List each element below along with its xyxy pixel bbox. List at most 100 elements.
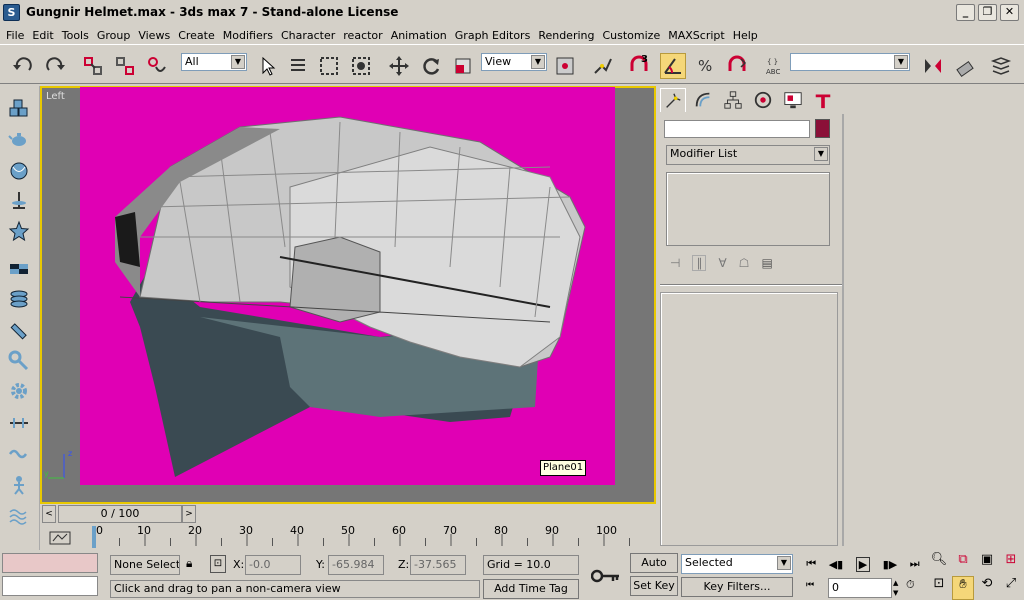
rotate-icon[interactable] [418, 53, 444, 79]
make-unique-icon[interactable]: ∀ [718, 256, 726, 270]
hierarchy-tab-icon[interactable] [720, 88, 746, 112]
go-to-end-icon[interactable]: ⏭ [910, 557, 920, 571]
boxes-icon[interactable] [6, 96, 32, 122]
create-tab-icon[interactable] [660, 88, 686, 112]
percent-snap-icon[interactable]: % [692, 53, 718, 79]
ripple-icon[interactable] [6, 502, 32, 528]
mirror-icon[interactable] [920, 53, 946, 79]
pivot-center-icon[interactable] [552, 53, 578, 79]
auto-key-button[interactable]: Auto Key [630, 553, 678, 587]
move-icon[interactable] [386, 53, 412, 79]
menu-views[interactable]: Views [136, 29, 176, 42]
helmet-model[interactable] [80, 87, 615, 485]
maxscript-listener-white[interactable] [2, 576, 98, 596]
set-key-button[interactable]: Set Key [630, 576, 678, 596]
stack-icon[interactable] [6, 286, 32, 312]
menu-help[interactable]: Help [731, 29, 764, 42]
x-coordinate-field[interactable]: -0.0 [245, 555, 301, 575]
align-icon[interactable] [952, 53, 978, 79]
current-frame-marker[interactable] [92, 526, 96, 548]
menu-tools[interactable]: Tools [60, 29, 95, 42]
zoom-extents-all-icon[interactable]: ⊞ [1000, 552, 1022, 574]
window-crossing-icon[interactable] [348, 53, 374, 79]
track-bar[interactable]: 0 10 20 30 40 50 60 70 80 90 100 [90, 524, 656, 550]
next-frame-button-icon[interactable]: ▮▶ [883, 558, 898, 571]
absolute-relative-toggle-icon[interactable]: ⊡ [210, 555, 226, 573]
time-slider-thumb[interactable]: 0 / 100 [58, 505, 182, 523]
time-slider[interactable]: < 0 / 100 > [40, 504, 656, 524]
cone-icon[interactable] [6, 188, 32, 214]
menu-maxscript[interactable]: MAXScript [666, 29, 730, 42]
wave-icon[interactable] [6, 440, 32, 466]
ruler-icon[interactable] [6, 410, 32, 436]
layer-manager-icon[interactable] [988, 53, 1014, 79]
modify-tab-icon[interactable] [690, 88, 716, 112]
app-icon[interactable]: S [3, 4, 20, 21]
maxscript-listener-pink[interactable] [2, 553, 98, 573]
modifier-list-dropdown[interactable]: Modifier List ▼ [666, 145, 830, 165]
menu-customize[interactable]: Customize [600, 29, 666, 42]
go-to-start-icon[interactable]: ⏮ [806, 557, 816, 571]
redo-icon[interactable] [42, 53, 68, 79]
teapot-icon[interactable] [6, 126, 32, 152]
previous-frame-icon[interactable]: ◀▮ [829, 558, 844, 571]
key-mode-toggle-icon[interactable]: ⏮ [806, 580, 824, 596]
pin-stack-icon[interactable]: ⊣ [670, 256, 680, 270]
next-frame-icon[interactable]: > [182, 505, 196, 523]
viewport-label[interactable]: Left [46, 91, 65, 102]
wrench-icon[interactable] [6, 348, 32, 374]
spinner-snap-icon[interactable] [724, 53, 750, 79]
gear-icon[interactable] [6, 378, 32, 404]
modifier-stack[interactable] [666, 172, 830, 246]
show-end-result-icon[interactable]: ∥ [692, 255, 707, 271]
menu-reactor[interactable]: reactor [341, 29, 388, 42]
configure-modifier-sets-icon[interactable]: ▤ [761, 256, 772, 270]
angle-snap-toggle-icon[interactable] [660, 53, 686, 79]
zoom-all-icon[interactable]: ⧉ [952, 552, 974, 574]
pan-hand-icon[interactable]: ✋︎ [952, 576, 974, 600]
play-icon[interactable]: ▶ [855, 556, 871, 572]
zoom-icon[interactable]: 🔍︎ [928, 552, 950, 574]
minimize-button[interactable]: _ [956, 4, 975, 21]
maximize-viewport-icon[interactable]: ⤢ [1000, 576, 1022, 600]
select-object-icon[interactable] [255, 53, 281, 79]
undo-icon[interactable] [10, 53, 36, 79]
z-coordinate-field[interactable]: -37.565 [410, 555, 466, 575]
add-time-tag-button[interactable]: Add Time Tag [483, 579, 579, 599]
bind-to-space-warp-icon[interactable] [144, 53, 170, 79]
rectangular-selection-icon[interactable] [316, 53, 342, 79]
star-icon[interactable] [6, 218, 32, 244]
object-color-swatch[interactable] [815, 119, 830, 138]
motion-tab-icon[interactable] [750, 88, 776, 112]
arc-rotate-icon[interactable]: ⟲ [976, 576, 998, 600]
menu-animation[interactable]: Animation [389, 29, 453, 42]
menu-file[interactable]: File [4, 29, 30, 42]
scale-icon[interactable] [450, 53, 476, 79]
time-configuration-icon[interactable]: ⏱ [906, 578, 922, 596]
named-selection-dropdown[interactable]: ▼ [790, 53, 910, 71]
set-key-key-icon[interactable] [586, 556, 626, 596]
figure-icon[interactable] [6, 472, 32, 498]
region-zoom-icon[interactable]: ⊡ [928, 576, 950, 600]
selection-filter-dropdown[interactable]: All ▼ [181, 53, 247, 71]
menu-graph-editors[interactable]: Graph Editors [453, 29, 537, 42]
prev-frame-icon[interactable]: < [42, 505, 56, 523]
object-name-field[interactable] [664, 120, 810, 138]
menu-rendering[interactable]: Rendering [536, 29, 600, 42]
menu-character[interactable]: Character [279, 29, 341, 42]
edit-named-selection-icon[interactable]: { } ABC [762, 53, 788, 79]
zoom-extents-icon[interactable]: ▣ [976, 552, 998, 574]
lock-icon[interactable]: 🔒︎ [186, 556, 200, 572]
key-filters-button[interactable]: Key Filters... [681, 577, 793, 597]
utilities-tab-icon[interactable] [810, 88, 836, 112]
frame-spinner-icon[interactable]: ▲ ▼ [893, 578, 903, 598]
current-frame-field[interactable]: 0 [828, 578, 892, 598]
open-mini-curve-editor-icon[interactable] [44, 528, 76, 548]
remove-modifier-icon[interactable]: ☖ [739, 256, 750, 270]
panel-scrollbar[interactable] [842, 114, 844, 546]
select-and-manipulate-icon[interactable] [590, 53, 616, 79]
menu-create[interactable]: Create [176, 29, 221, 42]
select-by-name-icon[interactable] [285, 53, 311, 79]
select-and-link-icon[interactable] [80, 53, 106, 79]
menu-group[interactable]: Group [95, 29, 137, 42]
